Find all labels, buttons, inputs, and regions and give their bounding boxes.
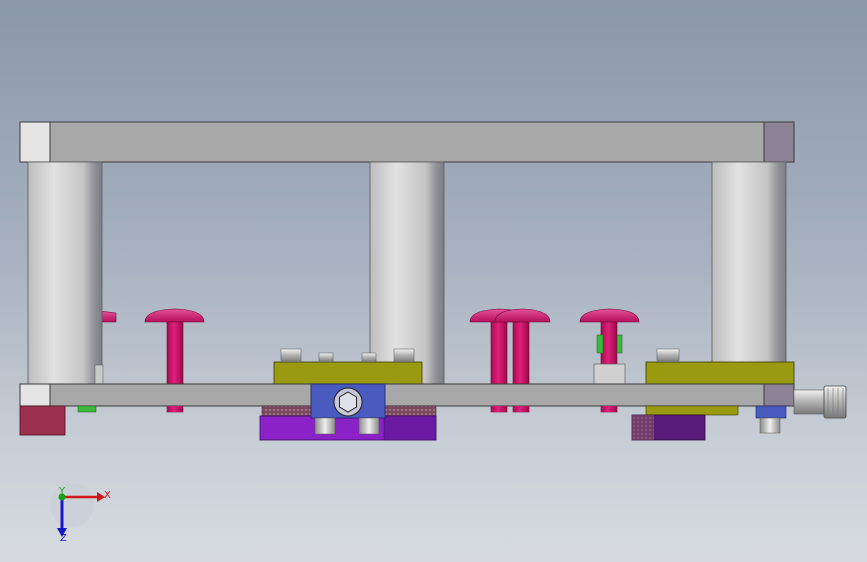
cad-3d-viewport[interactable]: X Y Z — [0, 0, 867, 562]
blue-block-right[interactable] — [755, 405, 787, 434]
lower-plate[interactable] — [19, 383, 795, 407]
screw-head — [361, 352, 377, 363]
lower-plate-right-end — [763, 383, 795, 407]
side-plunger-bolt[interactable] — [793, 385, 847, 419]
pin-tip — [167, 406, 183, 412]
screw-head — [318, 352, 334, 363]
olive-block-center[interactable] — [273, 348, 423, 385]
pin-tip — [601, 406, 617, 412]
pin-tip — [491, 406, 507, 412]
green-spacer — [77, 405, 97, 413]
screw-head — [280, 348, 302, 363]
x-axis-label: X — [104, 490, 111, 501]
olive-strip-right[interactable] — [645, 405, 739, 416]
purple-block-right[interactable] — [631, 414, 706, 441]
top-plate[interactable] — [19, 121, 795, 163]
screw-head — [393, 348, 415, 363]
maroon-block-left[interactable] — [19, 405, 97, 436]
guide-pillar-right[interactable] — [711, 161, 787, 385]
left-bolt-stub — [94, 364, 104, 385]
die-set-model[interactable]: X Y Z — [0, 0, 867, 562]
y-axis-label: Y — [58, 486, 66, 497]
purple-block-center[interactable] — [259, 415, 437, 441]
bushing-block[interactable] — [593, 363, 626, 385]
blue-clamp-block[interactable] — [310, 383, 386, 419]
coordinate-triad[interactable]: X Y Z — [50, 483, 111, 544]
hex-socket-icon — [339, 391, 357, 413]
guide-pillar-left[interactable] — [27, 161, 103, 385]
top-plate-right-end — [763, 121, 795, 163]
pin-tip — [513, 406, 529, 412]
top-plate-left-end — [19, 121, 51, 163]
screw-head — [656, 348, 680, 363]
z-axis-label: Z — [60, 533, 67, 544]
lower-plate-left-end — [19, 383, 51, 407]
